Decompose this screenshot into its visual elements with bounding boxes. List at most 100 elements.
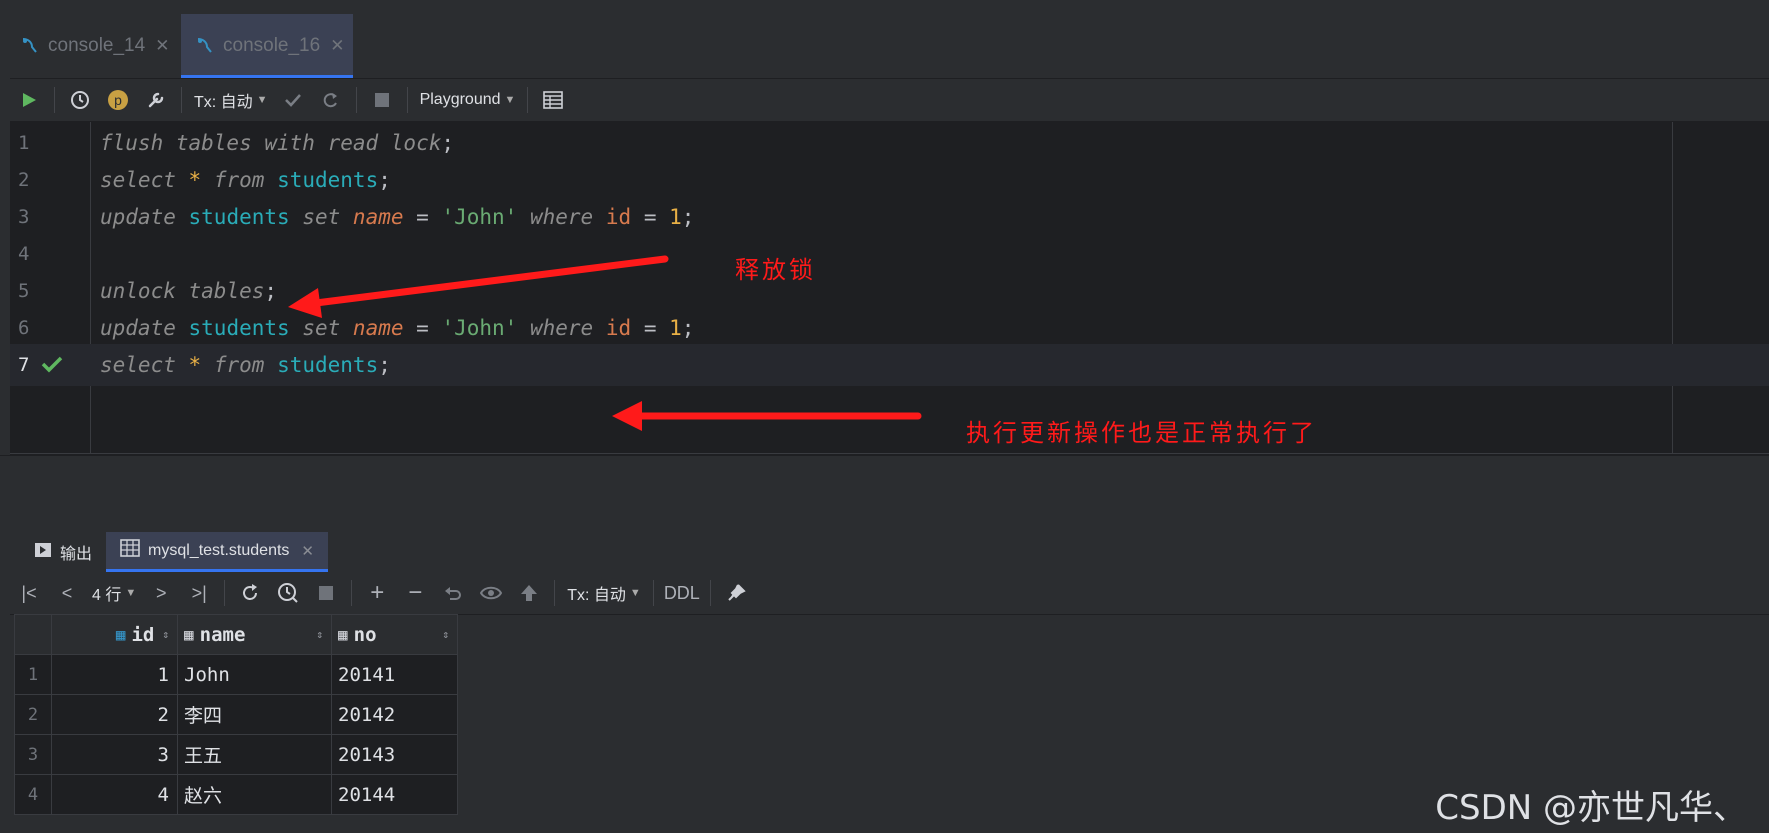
tab-label: console_14 xyxy=(48,35,146,56)
cell-name[interactable]: 王五 xyxy=(177,734,332,775)
cell-id[interactable]: 1 xyxy=(51,654,178,695)
stop-button[interactable] xyxy=(311,578,341,608)
cell-name[interactable]: 赵六 xyxy=(177,774,332,815)
sort-icon[interactable]: ⇕ xyxy=(316,628,323,641)
p-badge-icon: p xyxy=(108,90,128,110)
tab-output[interactable]: 输出 xyxy=(20,532,106,572)
rows-label: 4 行 xyxy=(92,587,122,604)
delete-row-button[interactable]: − xyxy=(400,578,430,608)
line-number: 5 xyxy=(18,280,30,302)
first-page-button[interactable]: |< xyxy=(14,578,44,608)
sort-icon[interactable]: ⇕ xyxy=(442,628,449,641)
transaction-mode-dropdown[interactable]: Tx: 自动 ▼ xyxy=(561,581,647,605)
playground-label: Playground xyxy=(419,91,501,108)
table-row[interactable]: 1 1 John 20141 xyxy=(14,654,458,695)
settings-wrench-button[interactable] xyxy=(141,85,171,115)
close-icon[interactable]: ✕ xyxy=(330,36,344,56)
table-icon xyxy=(120,539,140,562)
success-check-icon xyxy=(40,352,64,381)
annotation-update-normal: 执行更新操作也是正常执行了 xyxy=(966,419,1317,447)
refresh-button[interactable] xyxy=(235,578,265,608)
stop-button[interactable] xyxy=(367,85,397,115)
p-badge-button[interactable]: p xyxy=(103,85,133,115)
history-button[interactable] xyxy=(273,578,303,608)
rows-count-dropdown[interactable]: 4 行 ▼ xyxy=(86,581,142,605)
column-header-name[interactable]: ▦ name ⇕ xyxy=(177,614,332,655)
column-header-id[interactable]: ▦ id ⇕ xyxy=(51,614,178,655)
tab-console-14[interactable]: console_14 ✕ xyxy=(20,14,169,78)
separator xyxy=(355,87,357,113)
cell-no[interactable]: 20143 xyxy=(331,734,458,775)
rollback-button[interactable] xyxy=(316,85,346,115)
line-number: 3 xyxy=(18,206,30,228)
output-layout-button[interactable] xyxy=(538,85,568,115)
cell-id[interactable]: 2 xyxy=(51,694,178,735)
next-page-button[interactable]: > xyxy=(146,578,176,608)
close-icon[interactable]: ✕ xyxy=(155,36,169,56)
results-toolbar: |< < 4 行 ▼ > >| + − Tx: 自动 ▼ DDL xyxy=(10,572,1769,615)
chevron-down-icon: ▼ xyxy=(256,94,268,106)
row-number: 4 xyxy=(14,774,52,815)
pin-button[interactable] xyxy=(721,578,751,608)
key-column-icon: ▦ xyxy=(115,625,126,644)
arrow-up-icon xyxy=(521,585,538,601)
minus-icon: − xyxy=(408,579,423,606)
commit-button[interactable] xyxy=(278,85,308,115)
column-icon: ▦ xyxy=(184,625,194,644)
code-line[interactable]: 4 xyxy=(10,233,1769,275)
table-tab-label: mysql_test.students xyxy=(148,541,290,559)
watermark: CSDN @亦世凡华、 xyxy=(1435,788,1747,828)
cell-name[interactable]: 李四 xyxy=(177,694,332,735)
code-text: flush tables with read lock; xyxy=(100,131,455,155)
annotation-release-lock: 释放锁 xyxy=(735,256,816,284)
row-number: 2 xyxy=(14,694,52,735)
cell-no[interactable]: 20141 xyxy=(331,654,458,695)
code-line[interactable]: 5 unlock tables; xyxy=(10,270,1769,312)
code-line[interactable]: 1 flush tables with read lock; xyxy=(10,122,1769,164)
chevron-down-icon: ▼ xyxy=(629,587,641,599)
prev-page-button[interactable]: < xyxy=(52,578,82,608)
wrench-icon xyxy=(148,92,164,108)
preview-changes-button[interactable] xyxy=(476,578,506,608)
output-icon xyxy=(34,541,52,564)
undo-icon xyxy=(445,587,462,600)
first-page-icon: |< xyxy=(21,582,37,603)
submit-button[interactable] xyxy=(514,578,544,608)
line-number: 1 xyxy=(18,132,30,154)
code-line-active[interactable]: 7 select * from students; xyxy=(10,344,1769,386)
separator xyxy=(224,580,226,606)
tab-students-result[interactable]: mysql_test.students ✕ xyxy=(106,532,328,572)
playground-dropdown[interactable]: Playground ▼ xyxy=(414,91,522,109)
sort-icon[interactable]: ⇕ xyxy=(162,628,169,641)
line-number: 4 xyxy=(18,243,30,265)
table-row[interactable]: 4 4 赵六 20144 xyxy=(14,774,458,815)
code-line[interactable]: 2 select * from students; xyxy=(10,159,1769,201)
row-number: 1 xyxy=(14,654,52,695)
cell-id[interactable]: 4 xyxy=(51,774,178,815)
editor-toolbar: p Tx: 自动 ▼ Playground ▼ xyxy=(10,79,1769,122)
ddl-label: DDL xyxy=(663,582,700,603)
table-row[interactable]: 3 3 王五 20143 xyxy=(14,734,458,775)
cell-no[interactable]: 20144 xyxy=(331,774,458,815)
code-text: update students set name = 'John' where … xyxy=(100,316,695,340)
code-line[interactable]: 3 update students set name = 'John' wher… xyxy=(10,196,1769,238)
table-row[interactable]: 2 2 李四 20142 xyxy=(14,694,458,735)
separator xyxy=(527,87,529,113)
history-button[interactable] xyxy=(65,85,95,115)
column-header-no[interactable]: ▦ no ⇕ xyxy=(331,614,458,655)
chevron-right-icon: > xyxy=(155,582,167,603)
cell-no[interactable]: 20142 xyxy=(331,694,458,735)
cell-name[interactable]: John xyxy=(177,654,332,695)
ddl-button[interactable]: DDL xyxy=(664,578,700,608)
revert-button[interactable] xyxy=(438,578,468,608)
code-line[interactable]: 6 update students set name = 'John' wher… xyxy=(10,307,1769,349)
transaction-mode-dropdown[interactable]: Tx: 自动 ▼ xyxy=(188,88,274,112)
last-page-button[interactable]: >| xyxy=(184,578,214,608)
chevron-left-icon: < xyxy=(61,582,73,603)
tab-console-16[interactable]: console_16 ✕ xyxy=(181,14,353,78)
run-button[interactable] xyxy=(14,85,44,115)
add-row-button[interactable]: + xyxy=(362,578,392,608)
sql-editor[interactable]: 1 flush tables with read lock; 2 select … xyxy=(10,122,1769,455)
cell-id[interactable]: 3 xyxy=(51,734,178,775)
close-icon[interactable]: ✕ xyxy=(301,542,314,560)
